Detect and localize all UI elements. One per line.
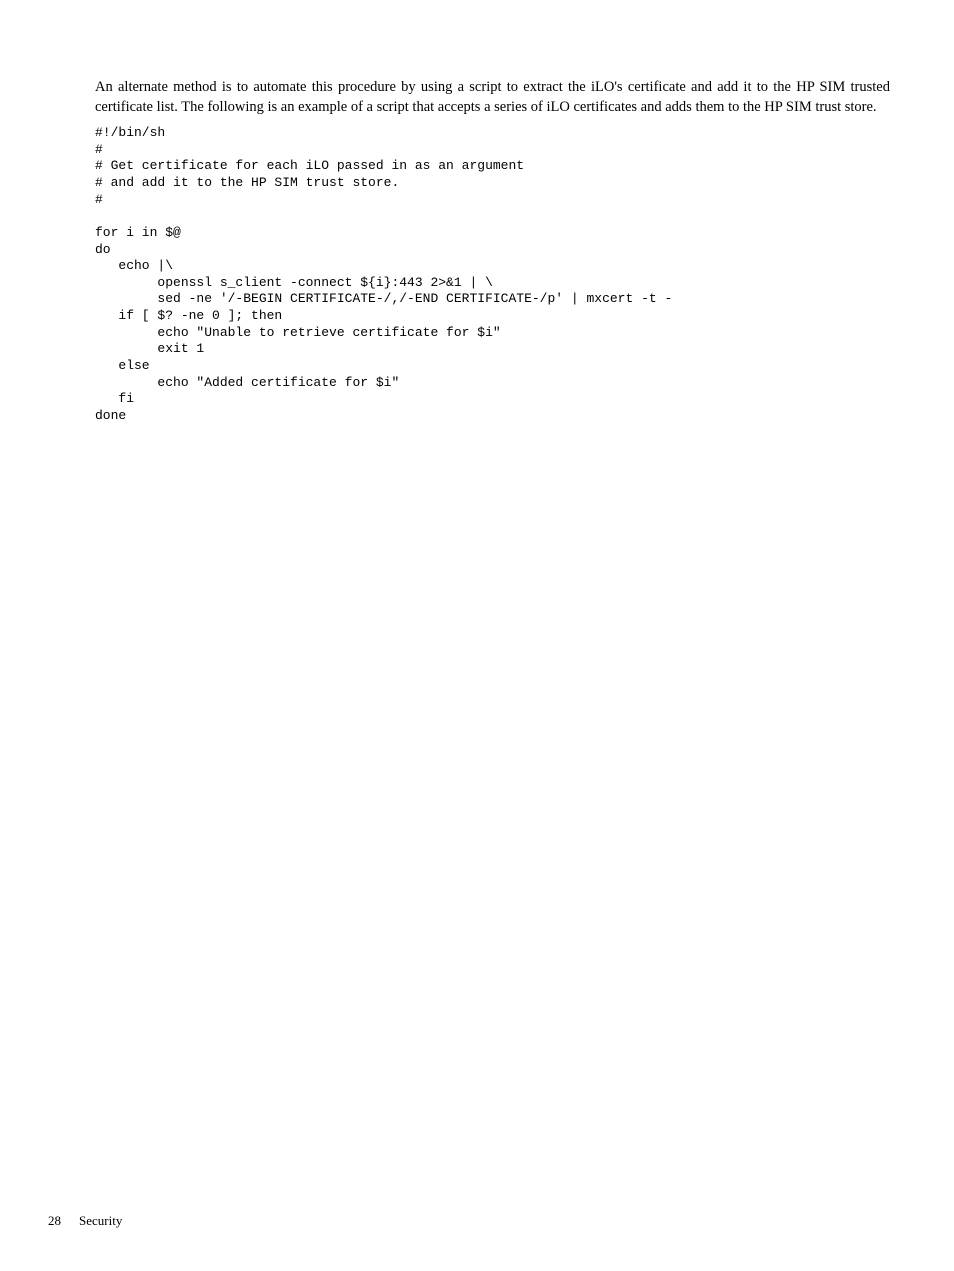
code-line: else <box>95 358 150 373</box>
code-line: if [ $? -ne 0 ]; then <box>95 308 282 323</box>
footer-section-label: Security <box>79 1213 122 1229</box>
page-number: 28 <box>48 1213 61 1229</box>
code-line: done <box>95 408 126 423</box>
code-line: echo "Unable to retrieve certificate for… <box>95 325 501 340</box>
code-line: # <box>95 192 103 207</box>
code-block: #!/bin/sh # # Get certificate for each i… <box>95 125 890 424</box>
code-line: # and add it to the HP SIM trust store. <box>95 175 399 190</box>
code-line: openssl s_client -connect ${i}:443 2>&1 … <box>95 275 493 290</box>
page-footer: 28 Security <box>48 1213 122 1229</box>
page-content: An alternate method is to automate this … <box>0 0 954 424</box>
code-line: for i in $@ <box>95 225 181 240</box>
code-line: # Get certificate for each iLO passed in… <box>95 158 524 173</box>
code-line: exit 1 <box>95 341 204 356</box>
code-line: fi <box>95 391 134 406</box>
code-line: echo "Added certificate for $i" <box>95 375 399 390</box>
code-line: do <box>95 242 111 257</box>
intro-paragraph: An alternate method is to automate this … <box>95 78 890 117</box>
code-line: # <box>95 142 103 157</box>
code-line: echo |\ <box>95 258 173 273</box>
code-line: sed -ne '/-BEGIN CERTIFICATE-/,/-END CER… <box>95 291 672 306</box>
code-line: #!/bin/sh <box>95 125 165 140</box>
